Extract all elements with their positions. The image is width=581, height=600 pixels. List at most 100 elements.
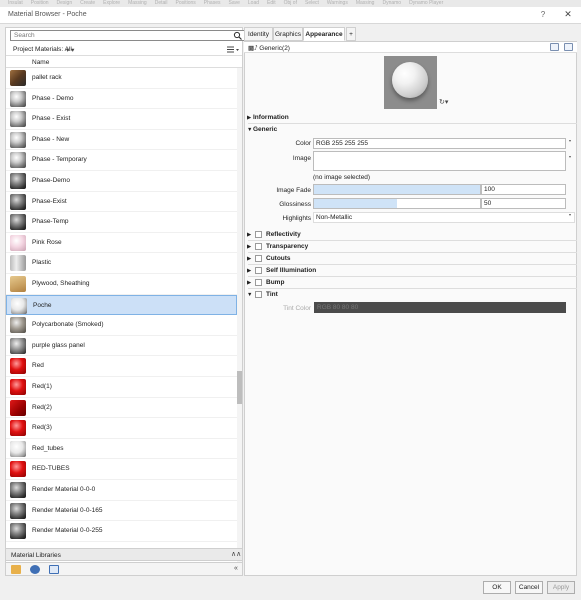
list-view-icon[interactable]	[226, 45, 240, 54]
image-slot[interactable]	[313, 151, 566, 171]
material-row[interactable]: Render Material 0-0-0	[6, 480, 237, 501]
material-row[interactable]: Red_tubes	[6, 439, 237, 460]
scrollbar-thumb[interactable]	[237, 371, 242, 404]
ribbon-item[interactable]: Dynamo Player	[409, 0, 443, 6]
section-transparency[interactable]: ▶ Transparency	[244, 241, 577, 253]
material-row[interactable]: purple glass panel	[6, 336, 237, 357]
material-row[interactable]: Phase-Demo	[6, 171, 237, 192]
material-row[interactable]: Red(1)	[6, 377, 237, 398]
ribbon-item[interactable]: Warnings	[327, 0, 348, 6]
bump-checkbox[interactable]	[255, 279, 262, 286]
highlights-select[interactable]: Non-Metallic	[313, 212, 575, 223]
material-row[interactable]: Poche	[6, 294, 237, 316]
project-materials-header[interactable]: Project Materials: All ▾ ▾	[6, 44, 242, 56]
collapse-left-icon[interactable]: «	[234, 565, 238, 572]
ribbon-item[interactable]: Position	[31, 0, 49, 6]
image-menu-icon[interactable]: ▾	[569, 154, 573, 165]
section-bump[interactable]: ▶ Bump	[244, 277, 577, 289]
material-row[interactable]: Phase - Exist	[6, 109, 237, 130]
material-name: Render Material 0-0-0	[32, 486, 96, 493]
material-row[interactable]: Red(3)	[6, 418, 237, 439]
cancel-button[interactable]: Cancel	[515, 581, 543, 594]
tab-graphics[interactable]: Graphics	[273, 27, 303, 41]
help-icon[interactable]: ?	[538, 10, 548, 19]
section-information[interactable]: ▶ Information	[244, 112, 577, 124]
expand-icon[interactable]: ▶	[247, 232, 251, 238]
material-row[interactable]: Plastic	[6, 253, 237, 274]
tab-identity[interactable]: Identity	[244, 27, 273, 41]
material-row[interactable]: Render Material 0-0-255	[6, 521, 237, 542]
ribbon-item[interactable]: Select	[305, 0, 319, 6]
expand-icon[interactable]: ▶	[247, 115, 251, 121]
list-column-header[interactable]: Name	[6, 57, 242, 68]
material-row[interactable]: Phase - Demo	[6, 89, 237, 110]
material-row[interactable]: pallet rack	[6, 68, 237, 89]
material-row[interactable]: Phase - Temporary	[6, 150, 237, 171]
ribbon-item[interactable]: Load	[248, 0, 259, 6]
preview-options-icon[interactable]: ↻▾	[439, 98, 448, 106]
material-row[interactable]: Phase-Exist	[6, 192, 237, 213]
search-icon[interactable]	[233, 31, 243, 40]
ribbon-item[interactable]: Insulat	[8, 0, 23, 6]
section-generic[interactable]: ▼ Generic	[244, 124, 577, 136]
duplicate-asset-icon[interactable]	[564, 43, 573, 51]
section-cutouts[interactable]: ▶ Cutouts	[244, 253, 577, 265]
collapse-icon[interactable]: ▼	[247, 127, 252, 133]
asset-name[interactable]: ▩⭜ Generic(2)	[248, 44, 290, 52]
apply-button[interactable]: Apply	[547, 581, 575, 594]
ribbon-item[interactable]: Massing	[128, 0, 147, 6]
transparency-checkbox[interactable]	[255, 243, 262, 250]
ribbon-item[interactable]: Edit	[267, 0, 276, 6]
material-row[interactable]: Polycarbonate (Smoked)	[6, 315, 237, 336]
library-options-icon[interactable]	[30, 565, 40, 574]
add-tab-button[interactable]: +	[346, 27, 356, 41]
material-row[interactable]: Phase - New	[6, 130, 237, 151]
ok-button[interactable]: OK	[483, 581, 511, 594]
collapse-up-icon[interactable]: ∧∧	[231, 550, 241, 558]
material-row[interactable]: Pink Rose	[6, 233, 237, 254]
section-self-illumination[interactable]: ▶ Self Illumination	[244, 265, 577, 277]
replace-asset-icon[interactable]	[550, 43, 559, 51]
tab-appearance[interactable]: Appearance	[303, 27, 345, 41]
library-open-icon[interactable]	[11, 565, 21, 574]
ribbon-item[interactable]: Massing	[356, 0, 375, 6]
ribbon-item[interactable]: Positions	[176, 0, 196, 6]
close-icon[interactable]: ✕	[562, 9, 574, 20]
color-menu-icon[interactable]: ▾	[569, 138, 573, 149]
filter-icon[interactable]: ▾ ▾	[66, 46, 74, 54]
expand-icon[interactable]: ▶	[247, 256, 251, 262]
cutouts-checkbox[interactable]	[255, 255, 262, 262]
material-libraries-header[interactable]: Material Libraries ∧∧	[5, 548, 243, 561]
image-fade-input[interactable]: 100	[481, 184, 566, 195]
self-illumination-checkbox[interactable]	[255, 267, 262, 274]
ribbon-item[interactable]: Create	[80, 0, 95, 6]
asset-browser-icon[interactable]	[49, 565, 59, 574]
ribbon-item[interactable]: Save	[228, 0, 239, 6]
ribbon-item[interactable]: Design	[57, 0, 73, 6]
ribbon-item[interactable]: Phases	[204, 0, 221, 6]
section-reflectivity[interactable]: ▶ Reflectivity	[244, 229, 577, 241]
material-row[interactable]: Render Material 0-0-165	[6, 501, 237, 522]
expand-icon[interactable]: ▶	[247, 280, 251, 286]
material-row[interactable]: Red	[6, 356, 237, 377]
collapse-icon[interactable]: ▼	[247, 292, 252, 298]
reflectivity-checkbox[interactable]	[255, 231, 262, 238]
color-field[interactable]: RGB 255 255 255	[313, 138, 566, 149]
material-row[interactable]: Red(2)	[6, 398, 237, 419]
ribbon-item[interactable]: Dynamo	[382, 0, 401, 6]
glossiness-input[interactable]: 50	[481, 198, 566, 209]
expand-icon[interactable]: ▶	[247, 244, 251, 250]
material-row[interactable]: Phase-Temp	[6, 212, 237, 233]
tint-checkbox[interactable]	[255, 291, 262, 298]
material-row[interactable]: Plywood, Sheathing	[6, 274, 237, 295]
material-row[interactable]: RED-TUBES	[6, 459, 237, 480]
ribbon-item[interactable]: Obj of	[284, 0, 297, 6]
glossiness-slider[interactable]	[313, 198, 481, 209]
image-fade-slider[interactable]	[313, 184, 481, 195]
section-tint[interactable]: ▼ Tint	[244, 289, 577, 301]
ribbon-item[interactable]: Detail	[155, 0, 168, 6]
highlights-dropdown-icon[interactable]: ▾	[569, 212, 573, 223]
ribbon-item[interactable]: Explore	[103, 0, 120, 6]
search-input[interactable]: Search	[10, 30, 245, 41]
expand-icon[interactable]: ▶	[247, 268, 251, 274]
